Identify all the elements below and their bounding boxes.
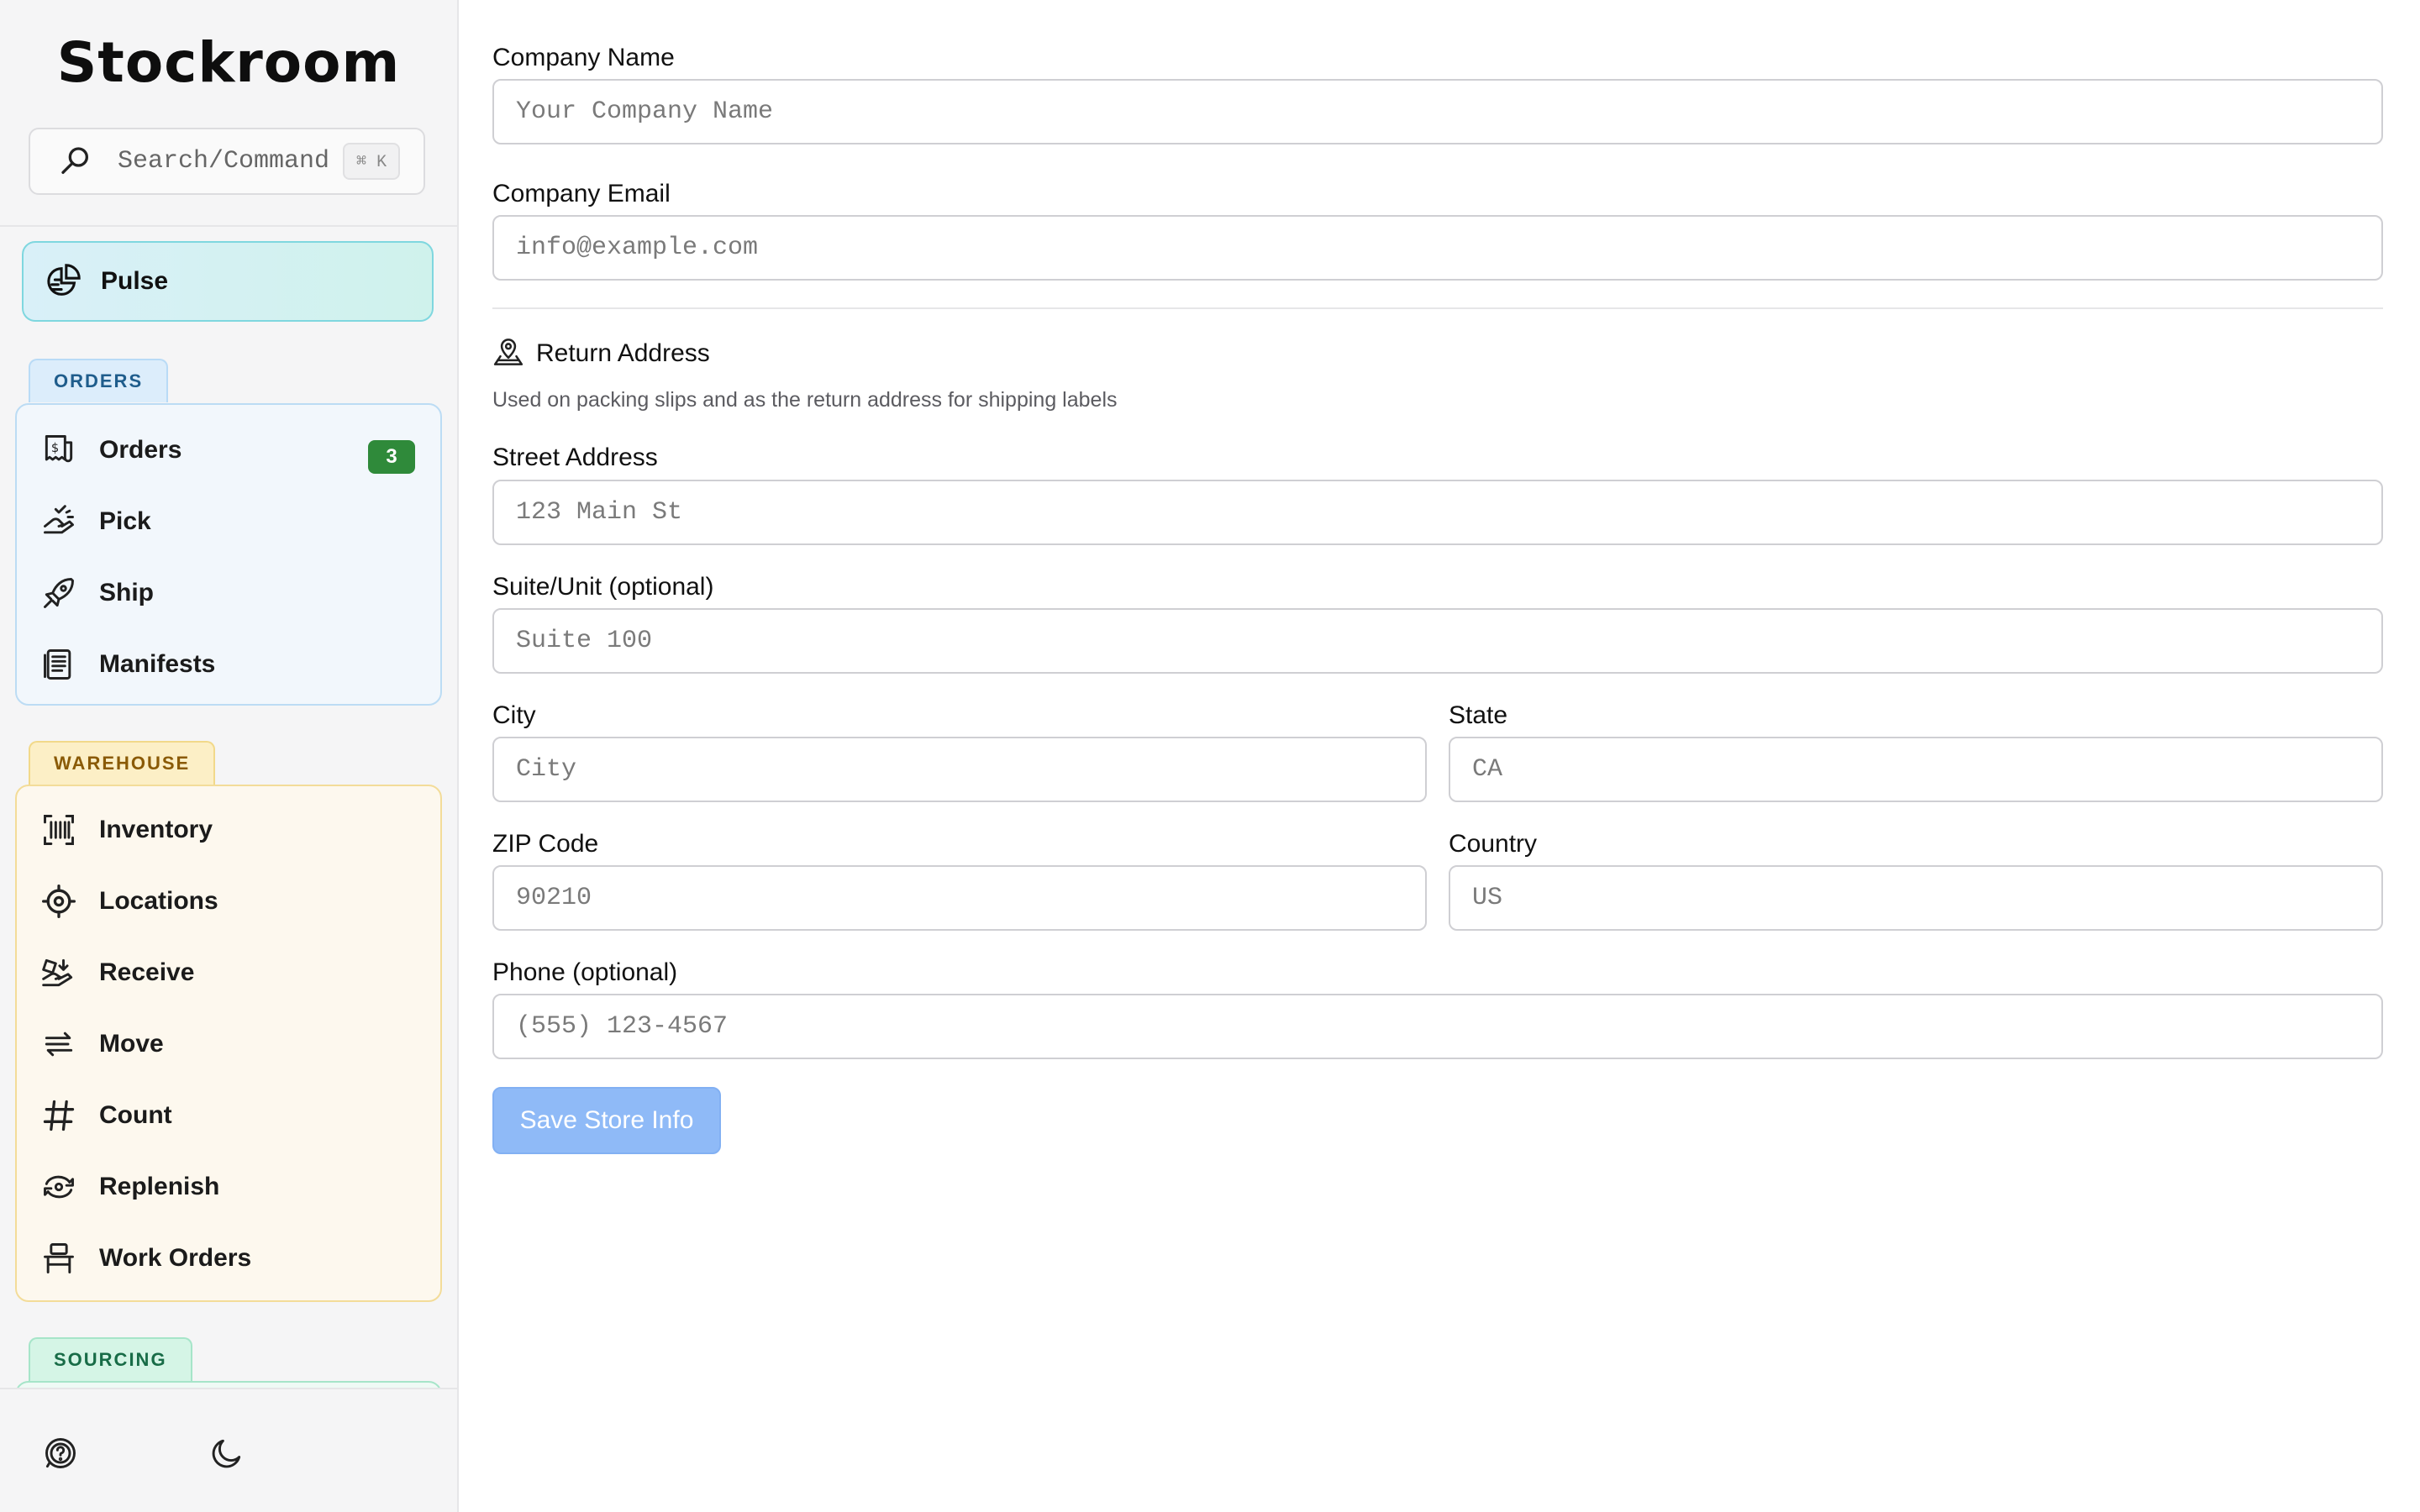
sidebar-item-label: Work Orders <box>99 1244 252 1272</box>
street-address-input[interactable]: 123 Main St <box>492 480 2383 545</box>
hand-pick-icon <box>44 505 74 534</box>
company-email-input[interactable]: info@example.com <box>492 215 2383 281</box>
sidebar-item-label: Pulse <box>101 267 169 295</box>
sidebar-item-label: Ship <box>99 579 154 606</box>
zip-code-input[interactable]: 90210 <box>492 865 1427 931</box>
search-label: Search/Command <box>118 147 330 176</box>
state-label: State <box>1449 701 1508 729</box>
hash-icon <box>43 1100 75 1131</box>
app-logo[interactable]: Stockroom <box>0 30 457 95</box>
sidebar-item-locations[interactable]: Locations <box>17 866 440 937</box>
group-warehouse: Inventory Locations Receive Move Count R… <box>15 785 442 1302</box>
sidebar-footer <box>0 1388 457 1512</box>
phone-input[interactable]: (555) 123-4567 <box>492 994 2383 1059</box>
sidebar-item-receive[interactable]: Receive <box>17 937 440 1008</box>
suite-unit-label: Suite/Unit (optional) <box>492 573 714 601</box>
save-store-info-button[interactable]: Save Store Info <box>492 1087 721 1154</box>
group-label-warehouse: WAREHOUSE <box>29 741 216 785</box>
sidebar-item-label: Inventory <box>99 816 213 843</box>
zip-code-label: ZIP Code <box>492 830 599 858</box>
move-arrows-icon <box>45 1032 73 1057</box>
sidebar-item-label: Move <box>99 1030 164 1058</box>
return-address-title: Return Address <box>536 339 710 367</box>
state-input[interactable]: CA <box>1449 737 2383 802</box>
sidebar-item-replenish[interactable]: Replenish <box>17 1152 440 1222</box>
sidebar-item-pulse[interactable]: Pulse <box>22 241 434 322</box>
group-orders: $ Orders 3 Pick Ship Manifests <box>15 403 442 706</box>
company-email-label: Company Email <box>492 180 671 207</box>
return-address-description: Used on packing slips and as the return … <box>492 388 1118 412</box>
sidebar-item-orders[interactable]: $ Orders 3 <box>17 415 440 486</box>
sidebar-item-work-orders[interactable]: Work Orders <box>17 1223 440 1294</box>
receipt-icon: $ <box>45 435 73 463</box>
help-icon[interactable] <box>42 1435 79 1472</box>
crosshair-icon <box>42 885 76 918</box>
sidebar-item-label: Replenish <box>99 1173 220 1200</box>
location-pin-icon <box>493 339 523 365</box>
count-badge: 3 <box>368 440 415 474</box>
phone-label: Phone (optional) <box>492 958 678 986</box>
search-command-button[interactable]: Search/Command ⌘ K <box>29 128 425 195</box>
pulse-chart-icon <box>47 264 81 296</box>
sidebar-item-label: Orders <box>99 436 182 464</box>
refresh-cycle-icon <box>44 1175 74 1199</box>
sidebar: Stockroom Search/Command ⌘ K Pulse ORDER… <box>0 0 459 1512</box>
rocket-icon <box>44 578 74 608</box>
sidebar-item-label: Locations <box>99 887 218 915</box>
group-label-sourcing: SOURCING <box>29 1337 192 1381</box>
sidebar-item-manifests[interactable]: Manifests <box>17 629 440 700</box>
street-address-label: Street Address <box>492 444 658 471</box>
return-address-heading: Return Address <box>492 338 710 370</box>
document-list-icon <box>44 649 71 680</box>
sidebar-item-pick[interactable]: Pick <box>17 486 440 557</box>
receive-box-icon <box>42 958 73 987</box>
sidebar-item-label: Pick <box>99 507 151 535</box>
svg-text:$: $ <box>51 441 59 455</box>
city-input[interactable]: City <box>492 737 1427 802</box>
sidebar-item-label: Manifests <box>99 650 216 678</box>
workbench-icon <box>44 1243 74 1273</box>
group-label-orders: ORDERS <box>29 359 169 402</box>
shortcut-badge: ⌘ K <box>343 143 401 180</box>
search-icon <box>61 147 89 174</box>
country-label: Country <box>1449 830 1538 858</box>
sidebar-item-label: Receive <box>99 958 195 986</box>
sidebar-item-move[interactable]: Move <box>17 1009 440 1079</box>
section-divider <box>492 307 2383 309</box>
store-info-form: Company Name Your Company Name Company E… <box>459 0 2420 1512</box>
sidebar-item-count[interactable]: Count <box>17 1080 440 1151</box>
sidebar-divider <box>0 225 457 227</box>
moon-icon[interactable] <box>208 1435 245 1472</box>
country-input[interactable]: US <box>1449 865 2383 931</box>
company-name-input[interactable]: Your Company Name <box>492 79 2383 144</box>
suite-unit-input[interactable]: Suite 100 <box>492 608 2383 674</box>
company-name-label: Company Name <box>492 44 675 71</box>
barcode-icon <box>44 815 74 845</box>
sidebar-item-label: Count <box>99 1101 172 1129</box>
city-label: City <box>492 701 536 729</box>
sidebar-item-ship[interactable]: Ship <box>17 558 440 628</box>
sidebar-item-inventory[interactable]: Inventory <box>17 795 440 865</box>
